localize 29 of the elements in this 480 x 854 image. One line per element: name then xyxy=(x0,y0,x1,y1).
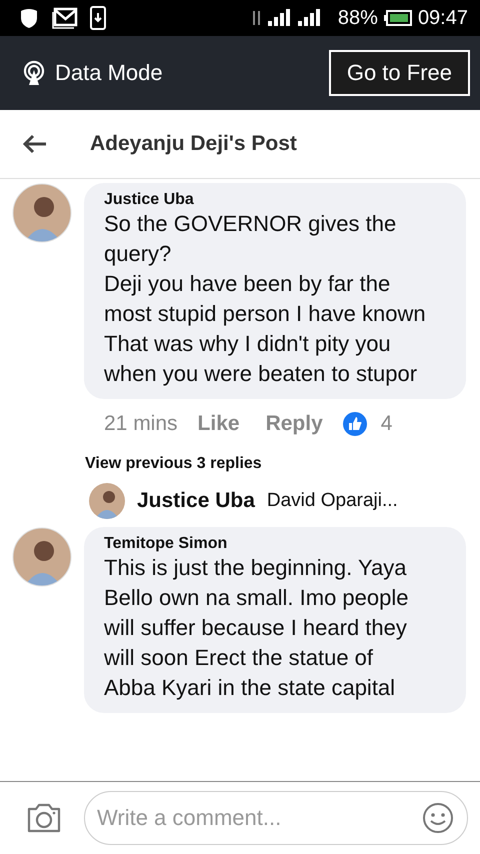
comment-text: That was why I didn't pity you when you were beaten to stupor xyxy=(104,330,418,388)
clock-time: 09:47 xyxy=(418,6,468,30)
reply-author[interactable]: Justice Uba xyxy=(137,489,255,513)
battery-percent: 88% xyxy=(338,6,378,30)
reaction-count: 4 xyxy=(380,412,392,436)
emoji-icon[interactable] xyxy=(422,802,454,834)
like-reaction-icon xyxy=(342,412,367,436)
page-title: Adeyanju Deji's Post xyxy=(90,132,297,156)
like-link[interactable]: Like xyxy=(192,412,246,436)
comment-field[interactable]: Write a comment... xyxy=(84,791,468,845)
back-arrow-icon[interactable] xyxy=(22,134,48,154)
comment-text: This is just the beginning. Yaya Bello own na small. Imo people will suffer because I heard they will soon Erect the statue of Abba Kyari in the state capital xyxy=(104,554,410,702)
comment-text: Deji you have been by far the most stupid person I have known xyxy=(104,270,426,328)
camera-icon[interactable] xyxy=(26,802,62,834)
mail-icon xyxy=(52,7,78,29)
download-icon xyxy=(90,6,106,30)
reply-preview-text: David Oparaji... xyxy=(266,490,398,512)
avatar[interactable] xyxy=(89,483,125,519)
comment-time: 21 mins xyxy=(104,412,178,436)
shield-icon xyxy=(18,7,40,29)
comment-author[interactable]: Justice Uba xyxy=(104,191,194,209)
comment-author[interactable]: Temitope Simon xyxy=(104,535,228,553)
view-replies-link[interactable]: View previous 3 replies xyxy=(85,455,262,473)
data-mode-label: Data Mode xyxy=(55,60,163,86)
battery-icon xyxy=(384,10,412,26)
go-to-free-button[interactable]: Go to Free xyxy=(328,50,470,96)
comment-text: So the GOVERNOR gives the query? xyxy=(104,210,398,268)
broadcast-icon xyxy=(22,60,46,86)
reply-link[interactable]: Reply xyxy=(260,412,329,436)
